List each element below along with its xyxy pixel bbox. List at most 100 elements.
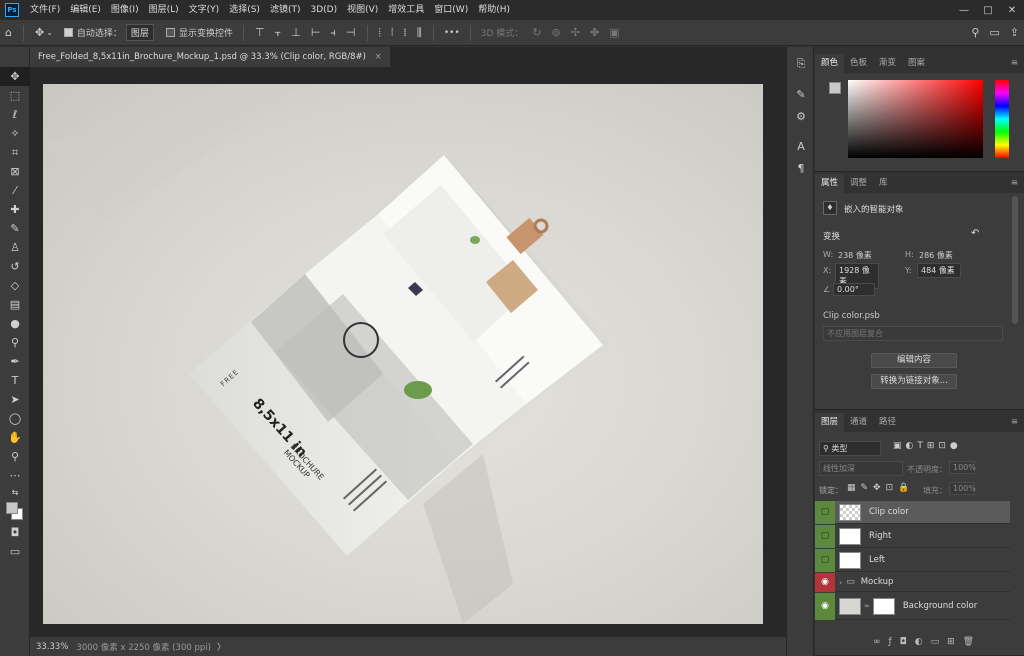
- tab-color[interactable]: 颜色: [815, 54, 845, 73]
- character-panel-icon[interactable]: A: [787, 135, 815, 157]
- angle-input[interactable]: 0.00°: [833, 283, 875, 296]
- opacity-input[interactable]: 100%: [949, 461, 976, 474]
- marquee-tool-icon[interactable]: ⬚: [0, 86, 30, 105]
- layer-name[interactable]: Clip color: [869, 507, 909, 517]
- stamp-tool-icon[interactable]: ♙: [0, 238, 30, 257]
- layer-row-left[interactable]: ▢ Left: [815, 548, 1010, 572]
- y-input[interactable]: 484 像素: [917, 263, 961, 278]
- menu-view[interactable]: 视图(V): [342, 0, 383, 20]
- foreground-color-swatch[interactable]: [6, 502, 18, 514]
- tab-layers[interactable]: 图层: [815, 413, 845, 432]
- edit-contents-button[interactable]: 编辑内容: [871, 353, 957, 368]
- hand-tool-icon[interactable]: ✋: [0, 428, 30, 447]
- tab-patterns[interactable]: 图案: [902, 54, 931, 73]
- visibility-toggle[interactable]: ▢: [815, 500, 835, 524]
- expand-chevron-icon[interactable]: ›: [839, 578, 842, 587]
- panel-menu-icon[interactable]: ≡: [1005, 413, 1024, 432]
- align-right-icon[interactable]: ⊣: [346, 26, 356, 39]
- layer-name[interactable]: Background color: [903, 601, 977, 611]
- close-window-button[interactable]: ✕: [1000, 5, 1024, 16]
- layer-row-mockup-group[interactable]: ◉ › ▭ Mockup: [815, 572, 1010, 592]
- panel-scrollbar[interactable]: [1012, 196, 1018, 324]
- share-icon[interactable]: ⇪: [1010, 26, 1019, 39]
- history-panel-icon[interactable]: ⎘: [787, 53, 815, 75]
- visibility-toggle[interactable]: ▢: [815, 548, 835, 572]
- tab-paths[interactable]: 路径: [873, 413, 902, 432]
- healing-tool-icon[interactable]: ✚: [0, 200, 30, 219]
- more-options-button[interactable]: •••: [444, 28, 460, 38]
- fill-input[interactable]: 100%: [949, 482, 976, 495]
- menu-plugins[interactable]: 增效工具: [383, 0, 429, 20]
- reset-transform-icon[interactable]: ↶: [971, 228, 979, 239]
- eraser-tool-icon[interactable]: ◇: [0, 276, 30, 295]
- layer-bottom-toolbar[interactable]: ∞ƒ◘◐▭⊞🗑: [873, 637, 982, 647]
- visibility-eye-icon[interactable]: ◉: [815, 572, 835, 592]
- brush-tool-icon[interactable]: ✎: [0, 219, 30, 238]
- layer-filter-dropdown[interactable]: ⚲ 类型: [819, 441, 881, 456]
- swap-colors-icon[interactable]: ⇆: [0, 485, 30, 499]
- layer-filter-icons[interactable]: ▣◐T⊞⊡●: [893, 441, 962, 451]
- minimize-button[interactable]: —: [952, 5, 976, 16]
- tab-adjustments[interactable]: 调整: [844, 174, 873, 193]
- home-icon[interactable]: ⌂: [5, 26, 12, 39]
- tab-properties[interactable]: 属性: [815, 174, 845, 193]
- eyedropper-tool-icon[interactable]: ⁄: [0, 181, 30, 200]
- menu-filter[interactable]: 滤镜(T): [265, 0, 306, 20]
- zoom-tool-icon[interactable]: ⚲: [0, 447, 30, 466]
- blend-mode-dropdown[interactable]: 线性加深: [819, 461, 903, 476]
- panel-menu-icon[interactable]: ≡: [1005, 54, 1024, 73]
- tab-swatches[interactable]: 色板: [844, 54, 873, 73]
- menu-image[interactable]: 图像(I): [106, 0, 144, 20]
- layer-row-right[interactable]: ▢ Right: [815, 524, 1010, 548]
- lasso-tool-icon[interactable]: ℓ: [0, 105, 30, 124]
- layer-comp-dropdown[interactable]: 不应用图层复合: [823, 326, 1003, 341]
- gradient-tool-icon[interactable]: ▤: [0, 295, 30, 314]
- align-vcenter-icon[interactable]: ⫟: [275, 26, 282, 40]
- search-icon[interactable]: ⚲: [971, 26, 979, 39]
- zoom-level[interactable]: 33.33%: [36, 642, 68, 652]
- 3d-orbit-icon[interactable]: ↻: [532, 26, 541, 39]
- width-value[interactable]: 238 像素: [838, 250, 872, 261]
- magic-wand-tool-icon[interactable]: ✧: [0, 124, 30, 143]
- foreground-color-swatch[interactable]: [829, 82, 841, 94]
- lock-icons[interactable]: ▦✎✥⊡🔒: [847, 483, 914, 493]
- 3d-slide-icon[interactable]: ✤: [590, 26, 599, 39]
- blur-tool-icon[interactable]: ●: [0, 314, 30, 333]
- hue-slider[interactable]: [995, 80, 1009, 158]
- layer-name[interactable]: Left: [869, 555, 885, 565]
- menu-edit[interactable]: 编辑(E): [65, 0, 106, 20]
- tab-libraries[interactable]: 库: [873, 174, 894, 193]
- screen-mode-icon[interactable]: ▭: [0, 542, 30, 561]
- close-tab-icon[interactable]: ×: [375, 52, 382, 62]
- move-tool-icon[interactable]: ✥: [0, 67, 30, 86]
- distribute-spacing-icon[interactable]: ⫼: [417, 26, 422, 40]
- align-left-icon[interactable]: ⊢: [311, 26, 321, 39]
- quick-mask-icon[interactable]: ◘: [0, 523, 30, 542]
- color-picker-field[interactable]: [848, 80, 983, 158]
- chevron-down-icon[interactable]: ⌄: [46, 28, 53, 37]
- 3d-drag-icon[interactable]: ✣: [571, 26, 580, 39]
- convert-to-linked-button[interactable]: 转换为链接对象...: [871, 374, 957, 389]
- pen-tool-icon[interactable]: ✒: [0, 352, 30, 371]
- show-transform-checkbox[interactable]: [165, 28, 175, 37]
- dodge-tool-icon[interactable]: ⚲: [0, 333, 30, 352]
- 3d-camera-icon[interactable]: ▣: [609, 26, 619, 39]
- maximize-button[interactable]: □: [976, 5, 1000, 16]
- auto-select-dropdown[interactable]: 图层: [125, 24, 154, 41]
- height-value[interactable]: 286 像素: [919, 250, 953, 261]
- menu-help[interactable]: 帮助(H): [473, 0, 515, 20]
- layer-row-background-color[interactable]: ◉ ∞ Background color: [815, 592, 1010, 620]
- color-swatches[interactable]: [0, 499, 29, 523]
- more-tools-icon[interactable]: ⋯: [0, 466, 30, 485]
- status-menu-arrow[interactable]: 〉: [217, 641, 226, 653]
- adjustments-icon[interactable]: ⚙: [787, 105, 815, 127]
- tab-channels[interactable]: 通道: [844, 413, 873, 432]
- distribute-icon[interactable]: ⦙: [379, 26, 381, 40]
- document-canvas[interactable]: FREE 8,5x11 in BROCHURE MOCKUP: [43, 84, 763, 624]
- layer-row-clip-color[interactable]: ▢ Clip color: [815, 500, 1010, 524]
- panel-menu-icon[interactable]: ≡: [1005, 174, 1024, 193]
- crop-tool-icon[interactable]: ⌗: [0, 143, 30, 162]
- menu-layer[interactable]: 图层(L): [144, 0, 184, 20]
- history-brush-tool-icon[interactable]: ↺: [0, 257, 30, 276]
- auto-select-checkbox[interactable]: [63, 28, 73, 37]
